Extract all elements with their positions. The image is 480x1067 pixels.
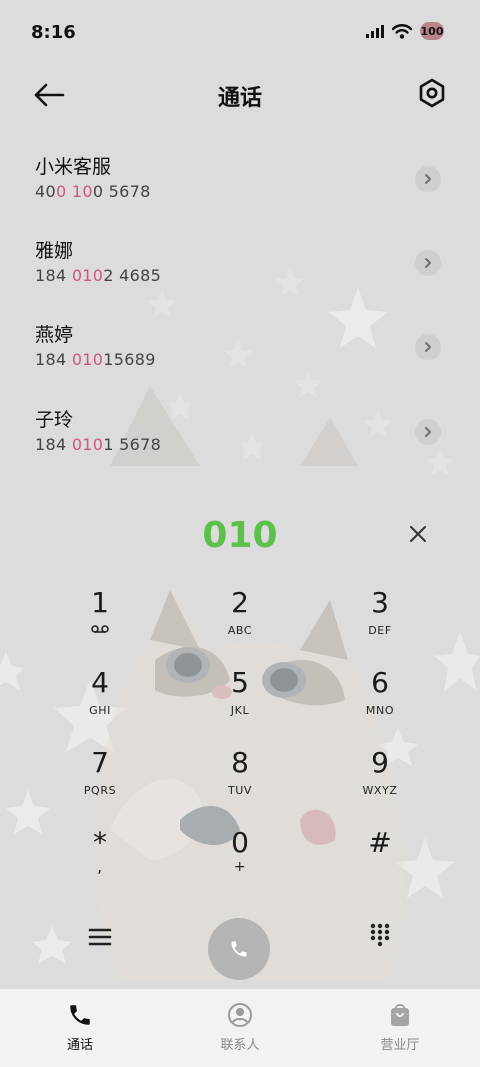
key-letters: +: [233, 859, 247, 875]
chevron-right-icon: [425, 174, 431, 184]
chevron-right-icon: [425, 427, 431, 437]
key-digit: 5: [231, 666, 249, 699]
dial-key-6[interactable]: 6 MNO: [310, 665, 450, 745]
settings-hexagon-icon[interactable]: [418, 78, 446, 108]
contact-item[interactable]: 子玲 184 0101 5678: [0, 405, 480, 485]
contact-name: 小米客服: [35, 156, 112, 178]
key-digit: 9: [371, 746, 389, 779]
dial-key-8[interactable]: 8 TUV: [170, 745, 310, 825]
clear-input-icon[interactable]: [408, 524, 428, 544]
dial-key-0[interactable]: 0 +: [170, 825, 310, 905]
dial-key-2[interactable]: 2 ABC: [170, 585, 310, 665]
key-letters: WXYZ: [362, 784, 398, 797]
cellular-signal-icon: [366, 24, 384, 38]
contact-detail-button[interactable]: [415, 419, 441, 445]
key-letters: MNO: [365, 704, 395, 717]
chevron-right-icon: [425, 342, 431, 352]
key-letters: JKL: [230, 704, 250, 717]
contact-number: 184 0101 5678: [35, 435, 162, 454]
status-icons: 100: [366, 22, 444, 40]
bottom-tab-bar: 通话 联系人 营业厅: [0, 989, 480, 1067]
voicemail-icon: [91, 625, 109, 633]
key-letters: PQRS: [83, 784, 117, 797]
tab-label: 营业厅: [380, 1038, 420, 1053]
contact-name: 雅娜: [35, 240, 74, 262]
contact-name: 子玲: [35, 409, 74, 431]
contact-number: 184 01015689: [35, 350, 156, 369]
tab-label: 联系人: [220, 1038, 260, 1053]
contact-number: 400 100 5678: [35, 182, 151, 201]
dial-key-7[interactable]: 7 PQRS: [30, 745, 170, 825]
dial-actions: [0, 905, 480, 985]
key-digit: *: [93, 826, 107, 859]
key-letters: ABC: [227, 624, 253, 637]
contact-item[interactable]: 燕婷 184 01015689: [0, 320, 480, 400]
person-icon: [228, 1003, 252, 1027]
key-digit: 7: [91, 746, 109, 779]
key-letters: ,: [97, 857, 103, 876]
phone-icon: [231, 941, 247, 957]
page-title: 通话: [217, 86, 262, 111]
contact-item[interactable]: 雅娜 184 0102 4685: [0, 236, 480, 316]
menu-icon[interactable]: [88, 925, 112, 949]
key-digit: 8: [231, 746, 249, 779]
key-digit: 4: [91, 666, 109, 699]
status-time: 8:16: [31, 22, 76, 43]
contact-detail-button[interactable]: [415, 166, 441, 192]
tab-service-hall[interactable]: 营业厅: [320, 989, 480, 1067]
call-button[interactable]: [208, 918, 270, 980]
contact-name: 燕婷: [35, 324, 74, 346]
keypad-toggle-icon[interactable]: [370, 923, 390, 947]
bag-icon: [391, 1004, 409, 1026]
contact-detail-button[interactable]: [415, 250, 441, 276]
dial-key-5[interactable]: 5 JKL: [170, 665, 310, 745]
key-digit: 3: [371, 586, 389, 619]
phone-icon: [70, 1005, 90, 1025]
key-letters: DEF: [368, 624, 392, 637]
key-digit: 6: [371, 666, 389, 699]
header: 通话: [0, 68, 480, 122]
dial-key-hash[interactable]: #: [310, 825, 450, 905]
tab-calls[interactable]: 通话: [0, 989, 160, 1067]
key-letters: GHI: [89, 704, 111, 717]
contact-detail-button[interactable]: [415, 334, 441, 360]
wifi-icon: [392, 24, 412, 39]
key-digit: 2: [231, 586, 249, 619]
dial-key-9[interactable]: 9 WXYZ: [310, 745, 450, 825]
dial-key-1[interactable]: 1: [30, 585, 170, 665]
tab-label: 通话: [66, 1038, 93, 1053]
status-bar: 8:16 100: [0, 0, 480, 68]
chevron-right-icon: [425, 258, 431, 268]
key-digit: #: [368, 826, 392, 859]
dial-keypad: 1 2 ABC 3 DEF 4 GHI 5 JKL 6 MNO 7 PQRS 8…: [30, 585, 450, 905]
key-digit: 1: [91, 586, 109, 619]
tab-contacts[interactable]: 联系人: [160, 989, 320, 1067]
contact-number: 184 0102 4685: [35, 266, 162, 285]
dial-key-star[interactable]: * ,: [30, 825, 170, 905]
key-letters: TUV: [227, 784, 253, 797]
key-digit: 0: [231, 826, 249, 859]
contact-item[interactable]: 小米客服 400 100 5678: [0, 152, 480, 232]
dial-key-4[interactable]: 4 GHI: [30, 665, 170, 745]
battery-icon: 100: [420, 22, 444, 40]
dial-key-3[interactable]: 3 DEF: [310, 585, 450, 665]
